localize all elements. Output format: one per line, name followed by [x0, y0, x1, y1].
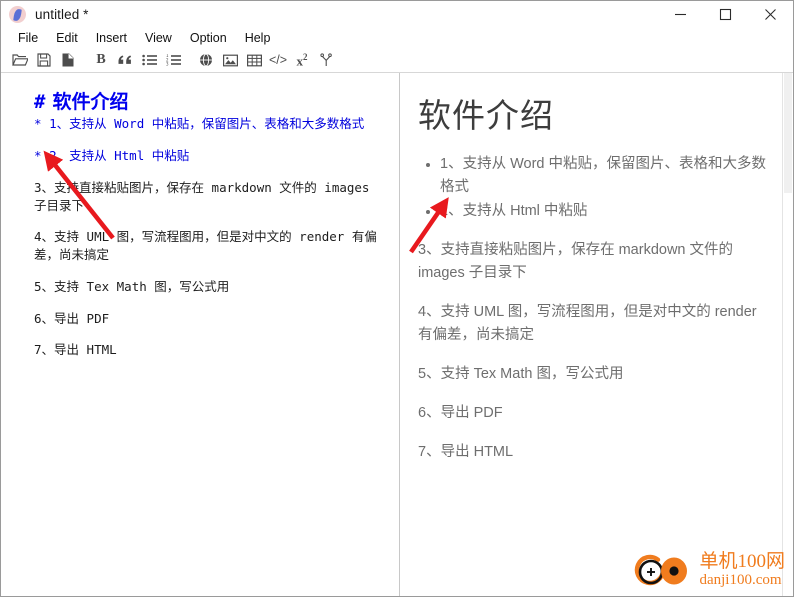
- menu-item-option[interactable]: Option: [181, 28, 236, 48]
- bold-glyph: B: [96, 52, 106, 67]
- editor-line-1-text: 1、支持从 Word 中粘贴，保留图片、表格和大多数格式: [49, 116, 365, 132]
- app-icon: [9, 6, 26, 23]
- preview-paragraph-3: 3、支持直接粘贴图片，保存在 markdown 文件的 images 子目录下: [418, 242, 734, 282]
- preview-list: 1、支持从 Word 中粘贴，保留图片、表格和大多数格式 2、支持从 Html …: [418, 153, 767, 223]
- editor-line-1-marker: *: [34, 116, 42, 132]
- preview-paragraph-7: 7、导出 HTML: [418, 443, 514, 460]
- superscript-icon[interactable]: x2: [290, 49, 314, 71]
- menu-item-file[interactable]: File: [9, 28, 47, 48]
- open-folder-icon[interactable]: [8, 49, 32, 71]
- preview-paragraph-6: 6、导出 PDF: [418, 404, 503, 421]
- image-icon[interactable]: [218, 49, 242, 71]
- blockquote-icon[interactable]: [113, 49, 137, 71]
- preview-scrollbar[interactable]: [782, 73, 793, 596]
- list-item: 2、支持从 Html 中粘贴: [426, 200, 767, 223]
- app-window: untitled * File Edit Insert View Option …: [0, 0, 794, 597]
- code-icon[interactable]: </>: [266, 49, 290, 71]
- branch-diagram-icon[interactable]: [314, 49, 338, 71]
- editor-line-2-marker: *: [34, 148, 42, 164]
- split-panes: # 软件介绍 * 1、支持从 Word 中粘贴，保留图片、表格和大多数格式 * 2…: [1, 73, 793, 596]
- editor-line-2-text: 2、支持从 Html 中粘贴: [49, 148, 190, 164]
- editor-pane[interactable]: # 软件介绍 * 1、支持从 Word 中粘贴，保留图片、表格和大多数格式 * 2…: [1, 73, 400, 596]
- preview-content: 软件介绍 1、支持从 Word 中粘贴，保留图片、表格和大多数格式 2、支持从 …: [400, 73, 793, 464]
- preview-scrollbar-thumb[interactable]: [784, 73, 792, 193]
- maximize-button[interactable]: [703, 1, 748, 28]
- code-glyph: </>: [268, 52, 288, 67]
- window-controls: [658, 1, 793, 28]
- editor-line-5: 5、支持 Tex Math 图，写公式用: [34, 278, 230, 294]
- heading-text: 软件介绍: [52, 91, 129, 113]
- title-bar: untitled *: [1, 1, 793, 28]
- menu-item-insert[interactable]: Insert: [87, 28, 136, 48]
- numbered-list-icon[interactable]: 1 2 3: [161, 49, 185, 71]
- editor-heading-line: # 软件介绍: [34, 91, 385, 113]
- preview-paragraph-5: 5、支持 Tex Math 图，写公式用: [418, 366, 624, 383]
- preview-paragraph-4: 4、支持 UML 图，写流程图用，但是对中文的 render 有偏差，尚未搞定: [418, 304, 757, 344]
- preview-heading: 软件介绍: [418, 97, 554, 134]
- bullet-list-icon[interactable]: [137, 49, 161, 71]
- toolbar: B 1 2 3 </> x2: [1, 48, 793, 73]
- bold-icon[interactable]: B: [89, 49, 113, 71]
- editor-line-3: 3、支持直接粘贴图片，保存在 markdown 文件的 images 子目录下: [34, 179, 370, 213]
- preview-pane[interactable]: 软件介绍 1、支持从 Word 中粘贴，保留图片、表格和大多数格式 2、支持从 …: [400, 73, 793, 596]
- minimize-button[interactable]: [658, 1, 703, 28]
- editor-line-1: * 1、支持从 Word 中粘贴，保留图片、表格和大多数格式: [34, 115, 379, 133]
- editor-line-4: 4、支持 UML 图，写流程图用，但是对中文的 render 有偏差，尚未搞定: [34, 229, 377, 263]
- menu-item-help[interactable]: Help: [236, 28, 280, 48]
- save-icon[interactable]: [32, 49, 56, 71]
- editor-line-2: * 2、支持从 Html 中粘贴: [34, 147, 379, 165]
- list-item: 1、支持从 Word 中粘贴，保留图片、表格和大多数格式: [426, 153, 767, 200]
- menu-item-edit[interactable]: Edit: [47, 28, 87, 48]
- editor-content[interactable]: # 软件介绍 * 1、支持从 Word 中粘贴，保留图片、表格和大多数格式 * 2…: [1, 73, 399, 359]
- menu-item-view[interactable]: View: [136, 28, 181, 48]
- editor-line-7: 7、导出 HTML: [34, 342, 117, 358]
- window-title: untitled *: [35, 7, 89, 22]
- svg-text:3: 3: [166, 62, 169, 66]
- heading-hash: #: [34, 91, 46, 113]
- save-as-icon[interactable]: [56, 49, 80, 71]
- menu-bar: File Edit Insert View Option Help: [1, 28, 793, 48]
- link-globe-icon[interactable]: [194, 49, 218, 71]
- editor-line-6: 6、导出 PDF: [34, 310, 110, 326]
- close-button[interactable]: [748, 1, 793, 28]
- table-icon[interactable]: [242, 49, 266, 71]
- superscript-glyph: x2: [296, 51, 308, 69]
